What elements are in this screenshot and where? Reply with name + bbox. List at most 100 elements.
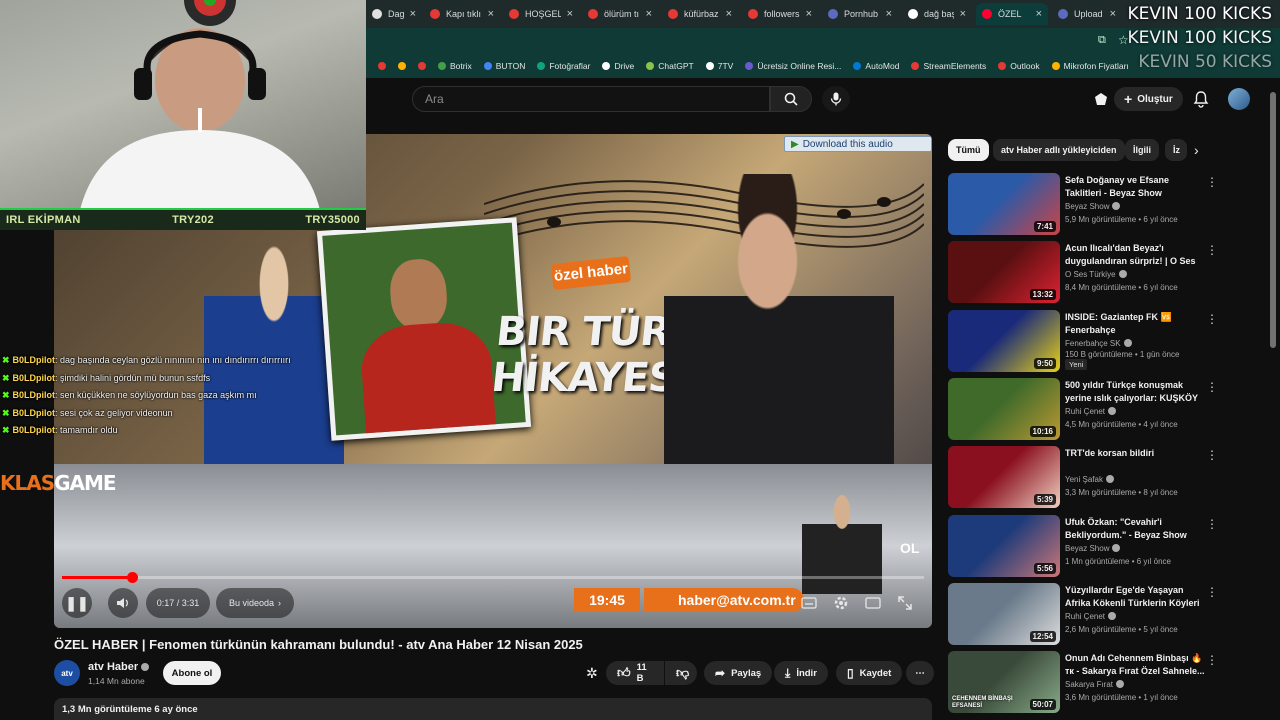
volume-button[interactable] bbox=[108, 588, 138, 618]
description-box[interactable]: 1,3 Mn görüntüleme 6 ay önce bbox=[54, 698, 932, 720]
video-thumbnail[interactable]: 13:32 bbox=[948, 241, 1060, 304]
video-thumbnail[interactable]: 5:39 bbox=[948, 446, 1060, 509]
recommended-channel-name[interactable]: Yeni Şafak bbox=[1065, 475, 1114, 484]
search-button[interactable] bbox=[770, 86, 812, 112]
extension-icon[interactable] bbox=[1093, 91, 1109, 107]
close-icon[interactable]: × bbox=[1036, 8, 1042, 20]
bookmark-icon[interactable] bbox=[418, 62, 426, 70]
download-audio-button[interactable]: ▶ Download this audio bbox=[784, 136, 932, 152]
recommended-video[interactable]: 5:39 TRT'de korsan bildiri Yeni Şafak 3,3 M… bbox=[948, 446, 1248, 509]
recommended-video[interactable]: CEHENNEM BİNBAŞI EFSANESİ 50:07 Onun Adı C… bbox=[948, 651, 1248, 714]
browser-tab[interactable]: küfürbaz × bbox=[662, 3, 738, 25]
close-icon[interactable]: × bbox=[410, 8, 416, 20]
notifications-bell-icon[interactable] bbox=[1192, 90, 1210, 108]
download-button[interactable]: ⤓ İndir bbox=[774, 661, 828, 685]
bookmark-item[interactable]: Mikrofon Fiyatları bbox=[1051, 61, 1129, 71]
recommended-channel-name[interactable]: Ruhi Çenet bbox=[1065, 611, 1117, 621]
bookmark-item[interactable]: Botrix bbox=[438, 61, 472, 71]
channel-name[interactable]: atv Haber bbox=[88, 661, 150, 673]
recommended-video-title[interactable]: Yüzyıllardır Ege'de Yaşayan Afrika Köken… bbox=[1065, 584, 1205, 610]
close-icon[interactable]: × bbox=[488, 8, 494, 20]
close-icon[interactable]: × bbox=[1110, 8, 1116, 20]
chip-from-uploader[interactable]: atv Haber adlı yükleyiciden bbox=[993, 139, 1125, 161]
recommended-video-title[interactable]: Ufuk Özkan: "Cevahir'i Bekliyordum." - B… bbox=[1065, 516, 1205, 542]
browser-tab[interactable]: Upload × bbox=[1052, 3, 1122, 25]
chapter-button[interactable]: Bu videoda › bbox=[216, 588, 294, 618]
recommended-video-title[interactable]: INSIDE: Gaziantep FK 🆚 Fenerbahçe bbox=[1065, 311, 1205, 337]
browser-tab[interactable]: HOŞGELİ × bbox=[503, 3, 579, 25]
bookmark-icon[interactable] bbox=[398, 62, 406, 70]
browser-tab[interactable]: Dag başı × bbox=[366, 3, 422, 25]
recommended-channel-name[interactable]: Fenerbahçe SK bbox=[1065, 338, 1132, 348]
channel-avatar[interactable]: atv bbox=[54, 660, 80, 686]
recommended-video[interactable]: 12:54 Yüzyıllardır Ege'de Yaşayan Afrika … bbox=[948, 582, 1248, 645]
chip-all[interactable]: Tümü bbox=[948, 139, 989, 161]
recommended-video[interactable]: 7:41 Sefa Doğanay ve Efsane Taklitleri - … bbox=[948, 173, 1248, 235]
close-icon[interactable]: × bbox=[726, 8, 732, 20]
bookmark-item[interactable]: StreamElements bbox=[911, 61, 986, 71]
more-vertical-icon[interactable]: ⋮ bbox=[1206, 653, 1218, 667]
bookmark-item[interactable]: AutoMod bbox=[853, 61, 899, 71]
more-vertical-icon[interactable]: ⋮ bbox=[1206, 312, 1218, 326]
recommended-video-title[interactable]: Onun Adı Cehennem Binbaşı 🔥 тк - Sakarya… bbox=[1065, 652, 1205, 678]
cast-icon[interactable]: ⧉ bbox=[1098, 34, 1106, 47]
bookmark-item[interactable]: BUTON bbox=[483, 61, 525, 71]
close-icon[interactable]: × bbox=[960, 8, 966, 20]
share-button[interactable]: ➦ Paylaş bbox=[704, 661, 773, 685]
browser-tab[interactable]: ölürüm tı × bbox=[582, 3, 658, 25]
chip-watched[interactable]: İz bbox=[1165, 139, 1187, 161]
subtitles-icon[interactable] bbox=[799, 593, 819, 613]
close-icon[interactable]: × bbox=[886, 8, 892, 20]
browser-tab[interactable]: Pornhub × bbox=[822, 3, 898, 25]
ai-sparkle-icon[interactable]: ✲ bbox=[586, 665, 598, 682]
recommended-channel-name[interactable]: Sakarya Fırat bbox=[1065, 680, 1125, 689]
settings-gear-icon[interactable] bbox=[831, 593, 851, 613]
browser-tab[interactable]: ÖZEL × bbox=[976, 3, 1048, 25]
bookmark-item[interactable]: Ücretsiz Online Resi... bbox=[745, 61, 841, 71]
browser-tab[interactable]: followers × bbox=[742, 3, 818, 25]
search-input[interactable]: Ara bbox=[412, 86, 770, 112]
close-icon[interactable]: × bbox=[806, 8, 812, 20]
more-vertical-icon[interactable]: ⋮ bbox=[1206, 380, 1218, 394]
more-actions-button[interactable]: ⋯ bbox=[906, 661, 934, 685]
like-button[interactable]: 👍︎ 11 B bbox=[606, 661, 664, 685]
recommended-channel-name[interactable]: O Ses Türkiye bbox=[1065, 270, 1127, 279]
bookmark-item[interactable]: Outlook bbox=[998, 61, 1040, 71]
recommended-channel-name[interactable]: Ruhi Çenet bbox=[1065, 406, 1117, 416]
bookmark-item[interactable]: ChatGPT bbox=[646, 61, 694, 71]
page-scrollbar[interactable] bbox=[1270, 92, 1276, 348]
bookmark-icon[interactable] bbox=[378, 62, 386, 70]
recommended-channel-name[interactable]: Beyaz Show bbox=[1065, 543, 1121, 553]
avatar[interactable] bbox=[1228, 88, 1250, 110]
fullscreen-exit-icon[interactable] bbox=[895, 593, 915, 613]
chip-related[interactable]: İlgili bbox=[1125, 139, 1159, 161]
theater-mode-icon[interactable] bbox=[863, 593, 883, 613]
recommended-video-title[interactable]: Sefa Doğanay ve Efsane Taklitleri - Beya… bbox=[1065, 174, 1205, 200]
more-vertical-icon[interactable]: ⋮ bbox=[1206, 243, 1218, 257]
close-icon[interactable]: × bbox=[646, 8, 652, 20]
video-thumbnail[interactable]: CEHENNEM BİNBAŞI EFSANESİ 50:07 bbox=[948, 651, 1060, 714]
recommended-channel-name[interactable]: Beyaz Show bbox=[1065, 202, 1121, 211]
recommended-video[interactable]: 10:16 500 yıldır Türkçe konuşmak yerine ı… bbox=[948, 377, 1248, 440]
more-vertical-icon[interactable]: ⋮ bbox=[1206, 585, 1218, 599]
more-vertical-icon[interactable]: ⋮ bbox=[1206, 517, 1218, 531]
browser-tab[interactable]: dağ başı × bbox=[902, 3, 972, 25]
video-thumbnail[interactable]: 12:54 bbox=[948, 582, 1060, 645]
video-thumbnail[interactable]: 5:56 bbox=[948, 514, 1060, 577]
recommended-video[interactable]: 5:56 Ufuk Özkan: "Cevahir'i Bekliyordum."… bbox=[948, 514, 1248, 577]
bookmark-item[interactable]: 7TV bbox=[705, 61, 733, 71]
bookmark-item[interactable]: Fotoğraflar bbox=[537, 61, 590, 71]
more-vertical-icon[interactable]: ⋮ bbox=[1206, 175, 1218, 189]
video-thumbnail[interactable]: 9:50 bbox=[948, 309, 1060, 372]
pause-button[interactable]: ❚❚ bbox=[62, 588, 92, 618]
chevron-right-icon[interactable]: › bbox=[1194, 142, 1199, 158]
video-progress-bar[interactable] bbox=[62, 572, 924, 583]
video-thumbnail[interactable]: 10:16 bbox=[948, 377, 1060, 440]
subscribe-button[interactable]: Abone ol bbox=[163, 661, 221, 685]
save-button[interactable]: ▯ Kaydet bbox=[836, 661, 903, 685]
voice-search-button[interactable] bbox=[822, 86, 850, 112]
dislike-button[interactable]: 👎︎ bbox=[665, 661, 697, 685]
close-icon[interactable]: × bbox=[567, 8, 573, 20]
recommended-video[interactable]: 13:32 Acun Ilıcalı'dan Beyaz'ı duygulandı… bbox=[948, 241, 1248, 304]
recommended-video[interactable]: 9:50 INSIDE: Gaziantep FK 🆚 Fenerbahçe Fen… bbox=[948, 309, 1248, 372]
